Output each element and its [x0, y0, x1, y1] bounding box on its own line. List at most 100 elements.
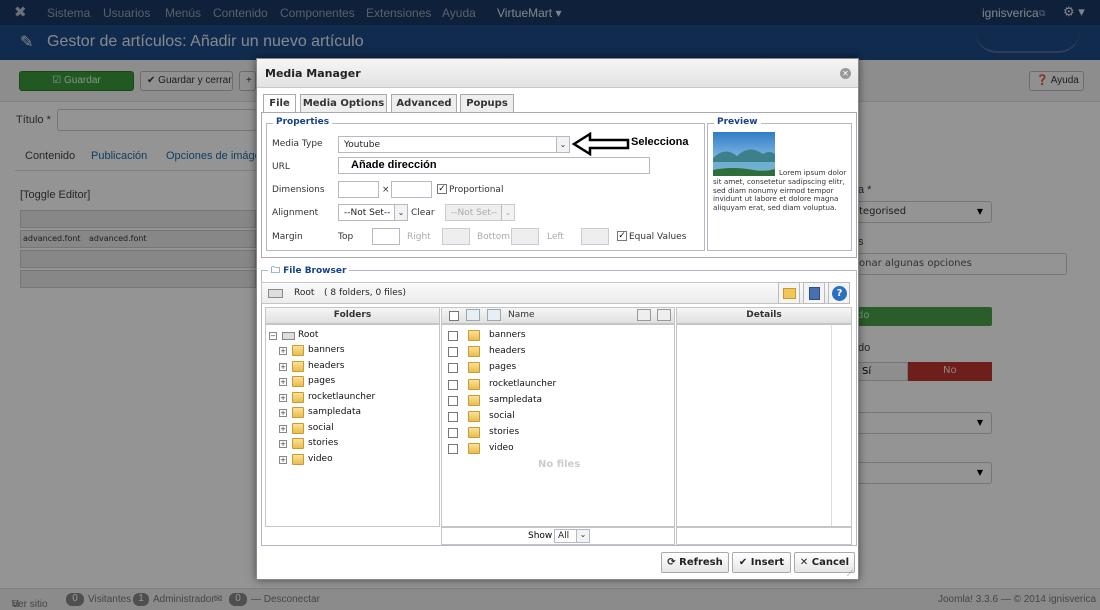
height-input[interactable]	[391, 181, 432, 198]
chevron-down-icon[interactable]: ⌄	[394, 205, 407, 220]
folder-icon	[292, 391, 304, 403]
folder-icon	[292, 360, 304, 372]
item-checkbox[interactable]	[448, 331, 458, 341]
file-tab-panel: Properties Media Type Youtube ⌄ Seleccio…	[261, 112, 857, 258]
tree-folder-label: stories	[308, 438, 339, 448]
help-button[interactable]: ?	[828, 282, 850, 304]
tree-folder-label: social	[308, 422, 334, 433]
annotation-selecciona: Selecciona	[631, 136, 689, 148]
url-label: URL	[272, 162, 290, 172]
item-checkbox[interactable]	[448, 363, 458, 374]
resize-grip-icon[interactable]: ⟋	[847, 569, 853, 579]
expand-icon[interactable]: +	[279, 393, 287, 402]
tab-advanced[interactable]: Advanced	[391, 94, 457, 113]
width-input[interactable]	[338, 181, 379, 198]
folders-tree: − Root + banners + headers + pages + rocketlaun…	[265, 324, 440, 527]
expand-icon[interactable]: +	[279, 347, 287, 355]
new-folder-icon	[783, 288, 796, 299]
item-checkbox[interactable]	[448, 444, 458, 455]
item-checkbox[interactable]	[448, 347, 458, 358]
margin-label: Margin	[272, 232, 303, 242]
folder-icon	[468, 330, 480, 341]
folder-icon	[292, 453, 304, 465]
folders-header: Folders	[265, 307, 440, 324]
details-scrollbar[interactable]	[831, 325, 851, 526]
select-all-checkbox[interactable]	[449, 311, 459, 321]
proportional-checkbox[interactable]: ✓	[437, 184, 447, 194]
tab-popups[interactable]: Popups	[460, 94, 514, 113]
list-item-label: video	[489, 443, 514, 454]
tab-file[interactable]: File	[263, 94, 296, 114]
clear-select[interactable]: --Not Set-- ⌄	[445, 204, 515, 221]
search-icon[interactable]	[657, 309, 671, 321]
margin-top-input[interactable]	[372, 228, 400, 245]
list-item-label: stories	[489, 427, 520, 438]
chevron-down-icon[interactable]: ⌄	[556, 137, 569, 152]
list-view-icon[interactable]	[637, 309, 651, 321]
item-checkbox[interactable]	[448, 412, 458, 422]
url-annotation: Añade dirección	[351, 159, 437, 171]
item-checkbox[interactable]	[448, 379, 458, 390]
new-folder-button[interactable]	[778, 282, 800, 304]
expand-icon[interactable]: +	[279, 378, 287, 386]
item-checkbox[interactable]	[448, 395, 458, 406]
folder-summary: ( 8 folders, 0 files)	[324, 288, 406, 298]
insert-button[interactable]: ✔ Insert	[732, 552, 791, 573]
folder-icon	[468, 346, 480, 358]
list-item-label: rocketlauncher	[489, 378, 557, 389]
path-root[interactable]: Root	[294, 288, 314, 298]
expand-icon[interactable]: +	[279, 455, 287, 464]
upload-button[interactable]	[803, 282, 825, 304]
sort-icon[interactable]	[466, 309, 480, 321]
file-browser-legend: 🗀 File Browser	[268, 263, 350, 279]
equal-values-checkbox[interactable]: ✓	[617, 231, 627, 241]
proportional-label: Proportional	[449, 185, 504, 195]
list-item-label: banners	[489, 330, 526, 340]
expand-icon[interactable]: +	[279, 409, 287, 417]
root-drive-icon	[268, 289, 283, 298]
chevron-down-icon[interactable]: ⌄	[576, 530, 589, 542]
details-footer	[676, 527, 852, 545]
folder-icon	[468, 411, 480, 422]
folder-icon	[292, 376, 304, 387]
properties-legend: Properties	[273, 117, 333, 127]
close-icon: ✕	[799, 557, 812, 568]
expand-icon[interactable]: +	[279, 424, 287, 433]
alignment-label: Alignment	[272, 208, 319, 218]
sort-name-icon[interactable]	[487, 309, 501, 321]
preview-lorem-text: Lorem ipsum dolor sit amet, consetetur s…	[713, 168, 847, 213]
media-type-select[interactable]: Youtube ⌄	[338, 136, 570, 153]
tree-folder-label: rocketlauncher	[308, 391, 376, 402]
folder-icon	[292, 438, 304, 449]
no-files-text: No files	[538, 459, 581, 470]
margin-right-input[interactable]	[442, 228, 470, 245]
url-input[interactable]: Añade dirección	[338, 157, 650, 174]
tree-folder-label: video	[308, 453, 333, 464]
expand-icon[interactable]: +	[279, 362, 287, 371]
list-item-label: social	[489, 411, 515, 421]
list-item-label: headers	[489, 346, 526, 357]
media-manager-dialog: Media Manager ✕ File Media Options Advan…	[256, 58, 859, 580]
margin-bottom-input[interactable]	[511, 228, 539, 245]
alignment-select[interactable]: --Not Set-- ⌄	[338, 204, 408, 221]
properties-fieldset: Properties Media Type Youtube ⌄ Seleccio…	[266, 117, 705, 251]
cancel-button[interactable]: ✕ Cancel	[794, 552, 855, 573]
chevron-down-icon[interactable]: ⌄	[501, 205, 514, 220]
details-pane	[676, 324, 852, 527]
expand-icon[interactable]: +	[279, 440, 287, 448]
close-icon[interactable]: ✕	[840, 68, 851, 79]
folder-icon	[468, 443, 480, 455]
show-select[interactable]: All ⌄	[554, 529, 590, 543]
item-checkbox[interactable]	[448, 428, 458, 439]
list-item-label: pages	[489, 362, 517, 373]
margin-left-input[interactable]	[581, 228, 609, 245]
name-header[interactable]: Name	[508, 308, 535, 323]
tree-root-label: Root	[298, 330, 319, 340]
margin-bottom-label: Bottom	[477, 232, 511, 242]
refresh-button[interactable]: ⟳ Refresh	[661, 552, 729, 573]
tab-media-options[interactable]: Media Options	[300, 94, 387, 113]
collapse-icon[interactable]: −	[269, 332, 277, 340]
show-label: Show	[528, 531, 553, 541]
dialog-titlebar[interactable]: Media Manager ✕	[257, 59, 858, 88]
files-footer: Show All ⌄	[441, 527, 675, 545]
